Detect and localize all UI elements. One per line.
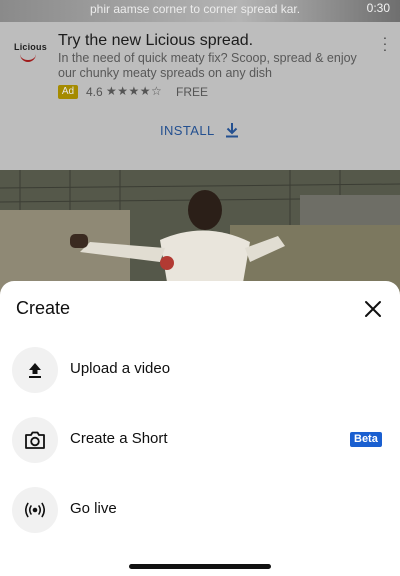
upload-video-label: Upload a video <box>70 360 171 377</box>
download-icon <box>225 123 238 138</box>
live-broadcast-icon <box>12 487 58 533</box>
more-vert-icon[interactable]: · · · <box>380 30 390 56</box>
go-live-item[interactable]: Go live <box>0 475 400 545</box>
home-indicator[interactable] <box>129 564 271 569</box>
ad-badge: Ad <box>58 85 78 99</box>
ad-price: FREE <box>176 85 209 99</box>
beta-badge: Beta <box>350 432 382 447</box>
install-label: INSTALL <box>160 122 215 138</box>
install-button[interactable]: INSTALL <box>160 118 239 142</box>
ad-description: In the need of quick meaty fix? Scoop, s… <box>58 51 357 80</box>
ad-rating-stars: ★★★★☆ <box>106 84 163 98</box>
upload-icon <box>12 347 58 393</box>
video-caption: phir aamse corner to corner spread kar. <box>90 2 301 16</box>
close-icon[interactable] <box>361 297 385 321</box>
create-short-item[interactable]: Create a Short Beta <box>0 405 400 475</box>
camera-icon <box>12 417 58 463</box>
ad-title[interactable]: Try the new Licious spread. <box>58 32 253 50</box>
ad-rating: 4.6 <box>86 85 103 99</box>
upload-video-item[interactable]: Upload a video <box>0 335 400 405</box>
create-short-label: Create a Short <box>70 430 168 447</box>
create-sheet: Create Upload a video Create a Short Bet… <box>0 281 400 576</box>
video-time: 0:30 <box>366 1 390 15</box>
go-live-label: Go live <box>70 500 117 517</box>
sheet-title: Create <box>16 298 71 318</box>
